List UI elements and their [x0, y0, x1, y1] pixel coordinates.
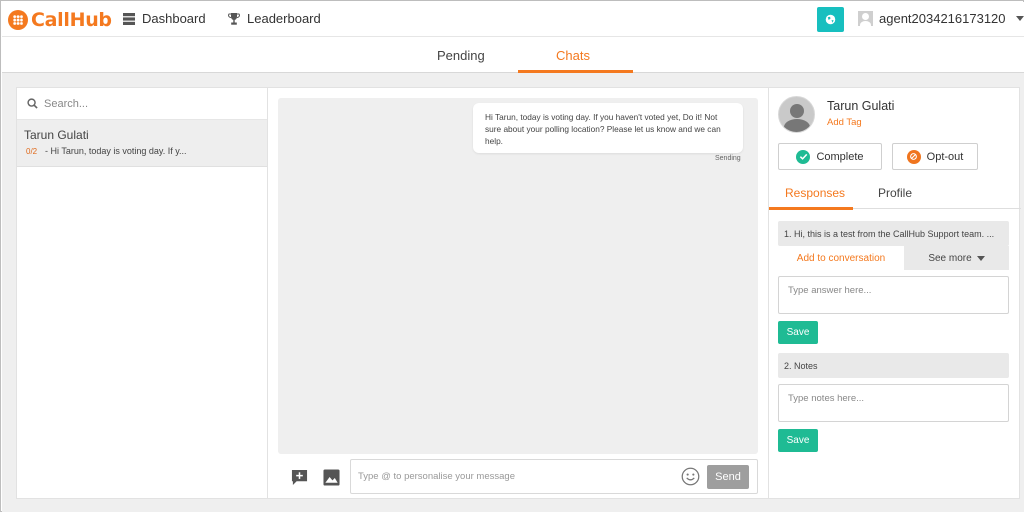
message-bubble: Hi Tarun, today is voting day. If you ha…	[473, 103, 743, 153]
opt-out-label: Opt-out	[926, 150, 964, 163]
chevron-down-icon	[976, 255, 985, 261]
conversation-preview: - Hi Tarun, today is voting day. If y...	[45, 146, 187, 156]
active-tab-indicator	[769, 207, 853, 210]
add-tag-link[interactable]: Add Tag	[827, 117, 862, 128]
user-menu[interactable]: agent2034216173120	[858, 11, 1024, 26]
notes-input[interactable]: Type notes here...	[778, 384, 1009, 422]
notes-title: 2. Notes	[778, 353, 1009, 378]
tab-responses[interactable]: Responses	[785, 186, 845, 200]
save-answer-button[interactable]: Save	[778, 321, 818, 344]
search-box[interactable]: Search...	[17, 88, 267, 120]
check-circle-icon	[796, 149, 811, 164]
top-bar: CallHub Dashboard Leaderboard agent20342…	[2, 2, 1024, 37]
trophy-icon	[228, 12, 240, 25]
nav-leaderboard[interactable]: Leaderboard	[228, 11, 321, 26]
tab-pending[interactable]: Pending	[437, 48, 485, 63]
globe-icon	[825, 14, 836, 25]
logo-text: CallHub	[31, 9, 112, 31]
nav-dashboard-label: Dashboard	[142, 11, 206, 26]
tab-chats[interactable]: Chats	[556, 48, 590, 63]
contact-panel: Tarun Gulati Add Tag Complete Opt-out Re…	[769, 88, 1021, 498]
emoji-icon[interactable]	[681, 467, 700, 486]
chat-column: Hi Tarun, today is voting day. If you ha…	[268, 88, 769, 498]
message-composer[interactable]: Type @ to personalise your message Send	[350, 459, 758, 494]
nav-leaderboard-label: Leaderboard	[247, 11, 321, 26]
list-item[interactable]: Tarun Gulati 0/2 - Hi Tarun, today is vo…	[17, 120, 267, 167]
user-avatar	[858, 11, 873, 26]
app-window: CallHub Dashboard Leaderboard agent20342…	[0, 0, 1024, 512]
dashboard-icon	[123, 12, 135, 25]
opt-out-icon	[906, 149, 921, 164]
see-more-label: See more	[928, 252, 972, 264]
search-icon	[27, 98, 38, 109]
callhub-logo-icon	[8, 10, 28, 30]
tab-profile[interactable]: Profile	[878, 186, 912, 200]
conversation-list: Search... Tarun Gulati 0/2 - Hi Tarun, t…	[17, 88, 268, 498]
main-tabs: Pending Chats	[2, 37, 1024, 73]
answer-input[interactable]: Type answer here...	[778, 276, 1009, 314]
conversation-name: Tarun Gulati	[24, 128, 89, 142]
content-area: Search... Tarun Gulati 0/2 - Hi Tarun, t…	[2, 73, 1024, 512]
message-thread: Hi Tarun, today is voting day. If you ha…	[278, 98, 758, 454]
question-title: 1. Hi, this is a test from the CallHub S…	[778, 221, 1009, 246]
add-to-conversation-button[interactable]: Add to conversation	[778, 246, 904, 270]
message-status: Sending	[715, 155, 741, 162]
callhub-logo[interactable]: CallHub	[8, 8, 112, 32]
globe-button[interactable]	[817, 7, 844, 32]
message-input[interactable]: Type @ to personalise your message	[358, 471, 515, 482]
message-count-badge: 0/2	[26, 147, 38, 156]
send-button[interactable]: Send	[707, 465, 749, 489]
complete-button[interactable]: Complete	[778, 143, 882, 170]
save-notes-button[interactable]: Save	[778, 429, 818, 452]
opt-out-button[interactable]: Opt-out	[892, 143, 978, 170]
image-icon[interactable]	[323, 469, 340, 486]
search-input[interactable]: Search...	[44, 98, 88, 110]
nav-dashboard[interactable]: Dashboard	[123, 11, 206, 26]
contact-name: Tarun Gulati	[827, 99, 895, 113]
see-more-dropdown[interactable]: See more	[904, 246, 1009, 270]
chevron-down-icon	[1015, 16, 1024, 21]
chat-panel: Search... Tarun Gulati 0/2 - Hi Tarun, t…	[16, 87, 1021, 499]
username: agent2034216173120	[879, 11, 1006, 26]
complete-label: Complete	[816, 150, 864, 163]
add-comment-icon[interactable]	[291, 469, 308, 486]
avatar	[778, 96, 815, 133]
